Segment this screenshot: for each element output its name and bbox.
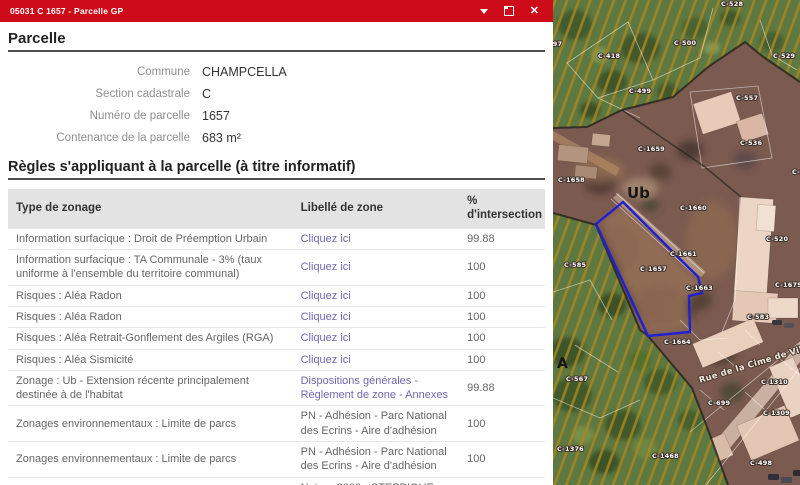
map-parcel-label: C-498 [750,459,772,467]
map-parcel-label: C-528 [721,0,743,8]
map-parcel-label: C-1659 [638,145,665,153]
intersection-value: 100 [459,328,545,349]
rules-table-header-row: Type de zonageLibellé de zone% d'interse… [8,189,545,228]
parcel-heading: Parcelle [8,30,545,52]
detach-window-icon[interactable] [504,6,514,16]
parcel-fields: Commune CHAMPCELLA Section cadastrale C Numé… [8,61,545,149]
zoning-type: Risques : Aléa Radon [8,285,293,306]
zone-label-text: PN - Adhésion - Parc National des Ecrins… [301,446,447,472]
map-parcel-label: C-1663 [686,284,713,292]
rules-table: Type de zonageLibellé de zone% d'interse… [8,189,545,485]
intersection-value: 100 [459,250,545,286]
rules-heading: Règles s'appliquant à la parcelle (à tit… [8,159,545,180]
map-parcel-label: C-583 [747,313,769,321]
zone-label-text: PN - Adhésion - Parc National des Ecrins… [301,410,447,436]
map-parcel-label: C-500 [674,39,696,47]
zone-label-link[interactable]: Cliquez ici [301,311,351,323]
rule-row: Risques : Aléa Radon Cliquez ici 100 [8,285,545,306]
rule-row: Risques : Aléa Retrait-Gonflement des Ar… [8,328,545,349]
map-parcel-label: C-699 [708,399,730,407]
rule-row: Zonages environnementaux : Natura 2000 Z… [8,477,545,485]
rule-row: Risques : Aléa Radon Cliquez ici 100 [8,306,545,327]
zone-label-link[interactable]: Cliquez ici [301,354,351,366]
map-parcel-label: C-520 [766,235,788,243]
rule-row: Zonages environnementaux : Limite de par… [8,406,545,442]
parcel-info-panel: 05031 C 1657 - Parcelle GP ✕ Parcelle Co… [0,0,553,485]
app-window: 05031 C 1657 - Parcelle GP ✕ Parcelle Co… [0,0,800,485]
zoning-type: Zonages environnementaux : Limite de par… [8,406,293,442]
zone-label-text: Natura 2000 - STEPPIQUE DURANCIEN ET QUE… [301,482,434,485]
intersection-value: 100 [459,285,545,306]
panel-content: Parcelle Commune CHAMPCELLA Section cadast… [0,22,553,485]
map-parcel-label: C-497 [553,40,562,48]
zone-label-link[interactable]: Cliquez ici [301,261,351,273]
map-parcel-label: C-529 [773,52,795,60]
map-parcel-label: C-1661 [670,250,697,258]
zone-label-a: A [557,356,568,372]
map-parcel-label: C-1376 [557,445,584,453]
field-label: Section cadastrale [8,88,190,100]
zoning-type: Risques : Aléa Radon [8,306,293,327]
map-parcel-label: C-585 [564,261,586,269]
rule-row: Information surfacique : TA Communale - … [8,250,545,286]
zoning-type: Zonages environnementaux : Natura 2000 Z… [8,477,293,485]
zoning-type: Information surfacique : Droit de Préemp… [8,228,293,249]
window-title: 05031 C 1657 - Parcelle GP [10,6,480,16]
map-parcel-label: C-1310 [761,378,788,386]
map-parcel-label: C-1658 [558,176,585,184]
intersection-value: 99.88 [459,228,545,249]
map-parcel-label: C-1309 [763,409,790,417]
intersection-value: 100 [459,442,545,478]
zoning-type: Zonage : Ub - Extension récente principa… [8,370,293,406]
close-icon[interactable]: ✕ [530,6,539,17]
field-label: Numéro de parcelle [8,110,190,122]
map-parcel-label: C-5 [792,168,800,176]
map-viewport[interactable]: C-497 C-418 C-500 C-499 C-528 C-529 C-557 C-536… [553,0,800,485]
map-parcel-label: C-567 [566,375,588,383]
parcel-field-row: Section cadastrale C [8,83,545,105]
column-header: Libellé de zone [293,189,459,228]
field-label: Contenance de la parcelle [8,132,190,144]
zone-label-link[interactable]: Cliquez ici [301,332,351,344]
map-parcel-label: C-536 [740,139,762,147]
intersection-value: 100 [459,477,545,485]
zone-label-link[interactable]: Dispositions générales - Règlement de zo… [301,375,448,401]
window-titlebar[interactable]: 05031 C 1657 - Parcelle GP ✕ [0,0,553,22]
zone-label-link[interactable]: Cliquez ici [301,290,351,302]
map-parcel-label: C-1675 [775,281,800,289]
map-parcel-label: C-418 [598,52,620,60]
map-parcel-label: C-1664 [664,338,691,346]
parcel-field-row: Numéro de parcelle 1657 [8,105,545,127]
intersection-value: 99.88 [459,370,545,406]
field-value: 683 m² [202,131,545,145]
zoning-type: Risques : Aléa Retrait-Gonflement des Ar… [8,328,293,349]
zoning-type: Information surfacique : TA Communale - … [8,250,293,286]
intersection-value: 100 [459,306,545,327]
collapse-caret-icon[interactable] [480,9,488,18]
zoning-type: Zonages environnementaux : Limite de par… [8,442,293,478]
parcel-field-row: Commune CHAMPCELLA [8,61,545,83]
intersection-value: 100 [459,406,545,442]
column-header: Type de zonage [8,189,293,228]
map-parcel-label: C-1468 [652,452,679,460]
intersection-value: 100 [459,349,545,370]
cadastral-map: C-497 C-418 C-500 C-499 C-528 C-529 C-557 C-536… [553,0,800,485]
field-value: CHAMPCELLA [202,65,545,79]
map-parcel-label: C-1660 [680,204,707,212]
parcel-field-row: Contenance de la parcelle 683 m² [8,127,545,149]
rule-row: Risques : Aléa Sismicité Cliquez ici 100 [8,349,545,370]
rule-row: Information surfacique : Droit de Préemp… [8,228,545,249]
field-value: 1657 [202,109,545,123]
column-header: % d'intersection [459,189,545,228]
map-parcel-label: C-499 [629,87,651,95]
rule-row: Zonage : Ub - Extension récente principa… [8,370,545,406]
map-parcel-label: C-557 [736,94,758,102]
field-label: Commune [8,66,190,78]
field-value: C [202,87,545,101]
map-parcel-label: C-1657 [640,265,667,273]
rule-row: Zonages environnementaux : Limite de par… [8,442,545,478]
zoning-type: Risques : Aléa Sismicité [8,349,293,370]
zone-label-ub: Ub [627,184,650,202]
zone-label-link[interactable]: Cliquez ici [301,233,351,245]
